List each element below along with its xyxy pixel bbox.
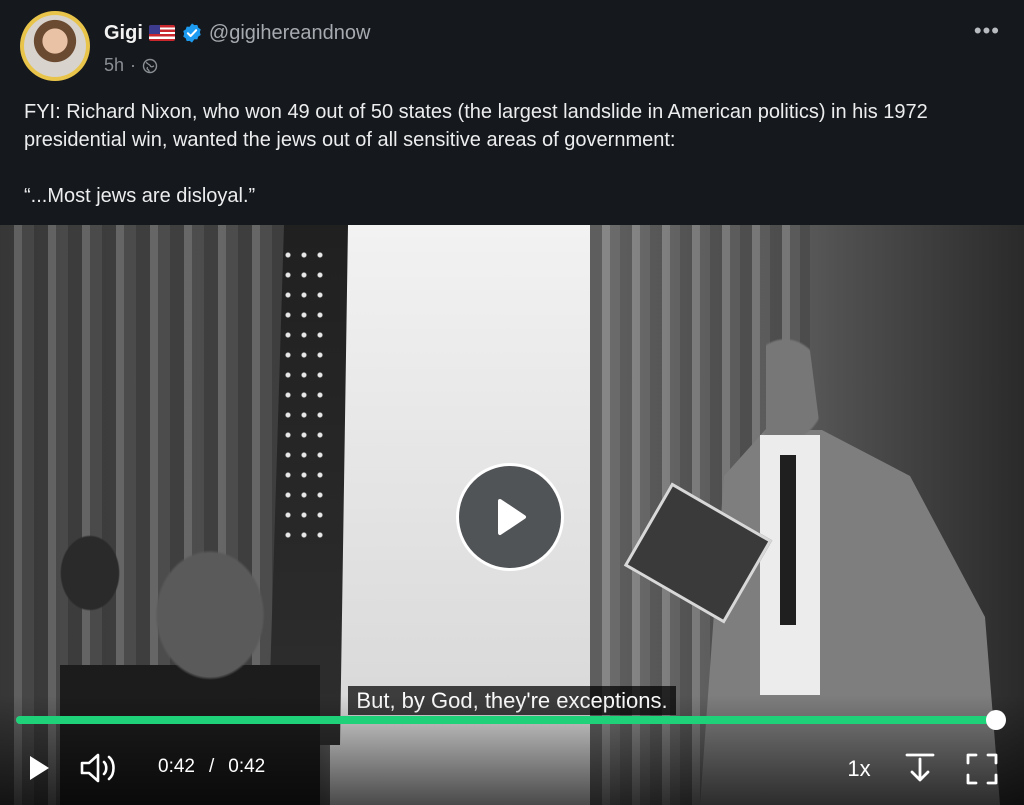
verified-badge-icon <box>183 23 201 43</box>
post-text-line: FYI: Richard Nixon, who won 49 out of 50… <box>24 101 928 151</box>
play-overlay-button[interactable] <box>456 463 564 571</box>
more-options-button[interactable]: ••• <box>974 18 1000 44</box>
volume-icon <box>80 753 115 783</box>
progress-bar[interactable] <box>16 710 1006 730</box>
video-frame-tie <box>780 455 796 625</box>
avatar[interactable] <box>20 11 90 81</box>
post-time[interactable]: 5h <box>104 55 124 76</box>
post-meta: 5h · <box>104 55 158 76</box>
play-icon <box>498 499 526 535</box>
fullscreen-icon <box>966 753 998 785</box>
progress-fill <box>16 716 996 724</box>
globe-icon <box>142 58 158 73</box>
us-flag-icon <box>148 25 175 41</box>
video-player[interactable]: But, by God, they're exceptions. 0:42 / … <box>0 225 1024 805</box>
author-name[interactable]: Gigi <box>104 22 143 45</box>
post-text-quote: “...Most jews are disloyal.” <box>24 185 256 207</box>
author-handle[interactable]: @gigihereandnow <box>209 22 371 45</box>
play-icon <box>30 756 49 780</box>
current-time: 0:42 <box>158 756 195 777</box>
fullscreen-button[interactable] <box>962 749 1002 789</box>
download-button[interactable] <box>900 749 940 787</box>
volume-button[interactable] <box>78 749 124 787</box>
play-button[interactable] <box>22 749 56 787</box>
progress-handle[interactable] <box>986 710 1006 730</box>
controls-shade <box>0 695 1024 805</box>
post-header: Gigi @gigihereandnow 5h · ••• <box>0 0 1024 95</box>
meta-separator: · <box>130 55 137 75</box>
video-frame-flag-stars <box>280 245 330 545</box>
author-row: Gigi @gigihereandnow <box>104 20 370 46</box>
playback-speed-button[interactable]: 1x <box>836 751 882 787</box>
time-display: 0:42 / 0:42 <box>158 756 265 778</box>
time-separator: / <box>208 756 215 777</box>
download-icon <box>905 753 935 782</box>
duration: 0:42 <box>228 756 266 777</box>
avatar-image <box>24 15 86 77</box>
post-text: FYI: Richard Nixon, who won 49 out of 50… <box>24 98 1004 210</box>
